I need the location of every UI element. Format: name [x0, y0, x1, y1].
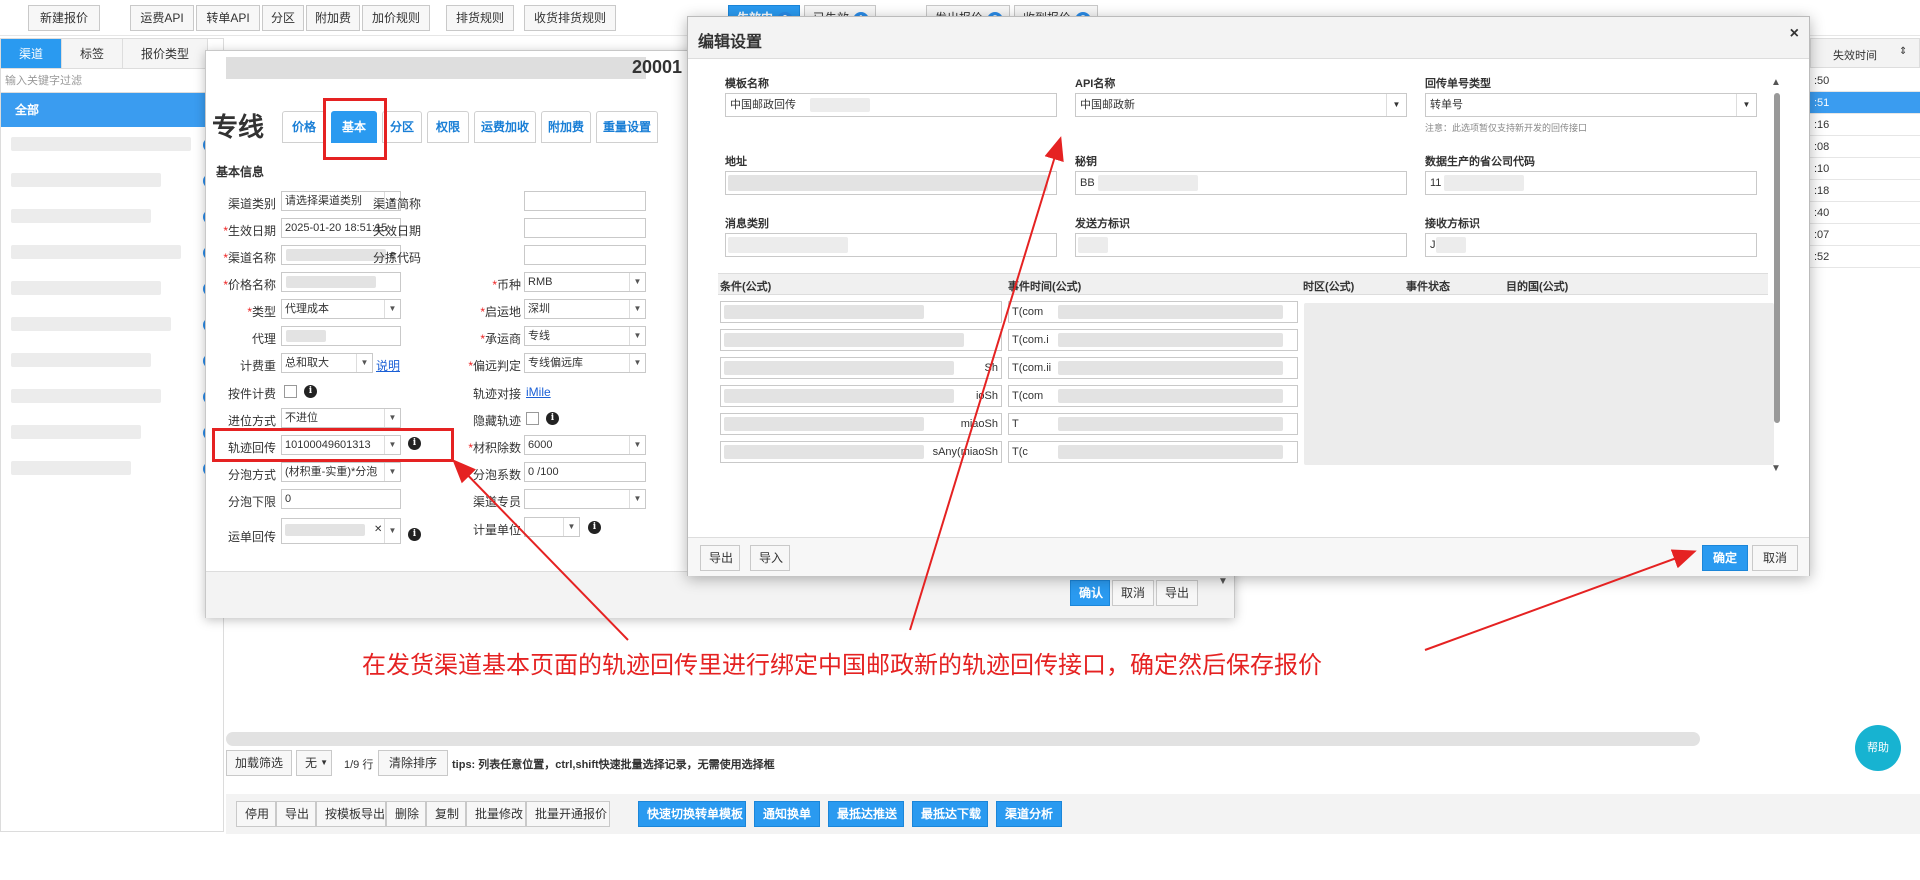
- arrow-to-api-name: [909, 136, 1064, 631]
- arrow-to-ok-button: [1424, 549, 1697, 651]
- arrow-to-track-return: [452, 459, 629, 641]
- annotation-arrows: [452, 136, 1697, 651]
- annotation-text: 在发货渠道基本页面的轨迹回传里进行绑定中国邮政新的轨迹回传接口，确定然后保存报价: [362, 651, 1322, 679]
- help-button[interactable]: 帮助: [1855, 725, 1901, 771]
